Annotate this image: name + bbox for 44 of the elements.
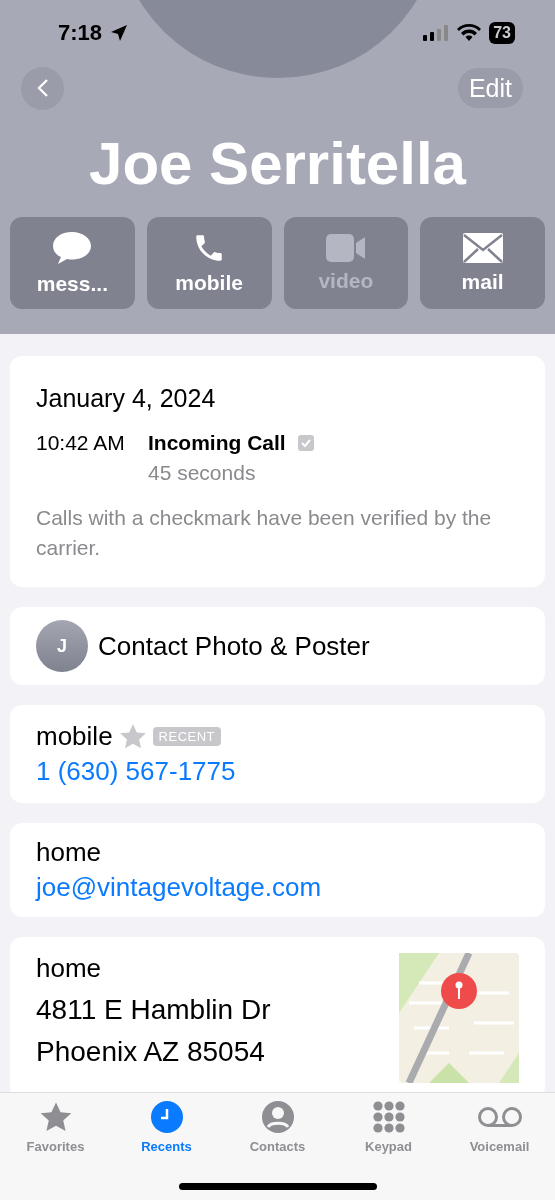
email-card[interactable]: home joe@vintagevoltage.com [10, 823, 545, 917]
email-link[interactable]: joe@vintagevoltage.com [36, 872, 519, 903]
tab-item[interactable]: Favorites [0, 1101, 111, 1154]
phone-number-link[interactable]: 1 (630) 567-1775 [36, 756, 519, 787]
back-chevron-icon [36, 78, 49, 98]
clock-icon [150, 1101, 183, 1133]
wifi-icon [457, 24, 482, 42]
call-time: 10:42 AM [36, 431, 126, 455]
action-button[interactable]: mail [420, 217, 545, 309]
tab-item[interactable]: Contacts [222, 1101, 333, 1154]
battery-level: 73 [489, 22, 515, 44]
edit-button[interactable]: Edit [457, 68, 523, 108]
envelope-icon [461, 232, 504, 264]
address-label: home [36, 953, 103, 984]
action-button[interactable]: mess... [10, 217, 135, 309]
verification-note: Calls with a checkmark have been verified by the carrier. [36, 505, 493, 561]
contact-poster-card[interactable]: J Contact Photo & Poster [10, 607, 545, 685]
back-button[interactable] [21, 66, 64, 110]
signal-icon [423, 25, 450, 41]
contact-poster-label: Contact Photo & Poster [98, 630, 370, 662]
video-camera-icon [324, 233, 367, 263]
phone-label: mobile [36, 721, 113, 752]
action-button[interactable]: mobile [146, 217, 272, 309]
phone-card[interactable]: mobile RECENT 1 (630) 567-1775 [10, 705, 545, 803]
tab-item[interactable]: Recents [111, 1101, 222, 1154]
keypad-icon [372, 1101, 405, 1133]
clock-time: 7:18 [58, 20, 103, 46]
call-duration: 45 seconds [148, 461, 257, 485]
recent-badge: RECENT [152, 727, 222, 746]
location-arrow-icon [110, 24, 129, 42]
address-card[interactable]: home 4811 E Hamblin Dr Phoenix AZ 85054 [10, 937, 545, 1092]
address-line: Phoenix AZ 85054 [36, 1036, 266, 1068]
call-date: January 4, 2024 [36, 384, 217, 413]
speech-bubble-icon [52, 230, 93, 266]
star-icon [118, 723, 147, 750]
tab-item[interactable]: Voicemail [444, 1101, 555, 1154]
person-circle-icon [261, 1101, 294, 1133]
call-type: Incoming Call [148, 431, 286, 455]
address-line: 4811 E Hamblin Dr [36, 994, 271, 1026]
star-icon [38, 1101, 73, 1133]
email-label: home [36, 837, 103, 868]
contact-name: Joe Serritella [88, 129, 468, 199]
tab-item[interactable]: Keypad [333, 1101, 444, 1154]
initial-avatar: J [36, 620, 88, 672]
